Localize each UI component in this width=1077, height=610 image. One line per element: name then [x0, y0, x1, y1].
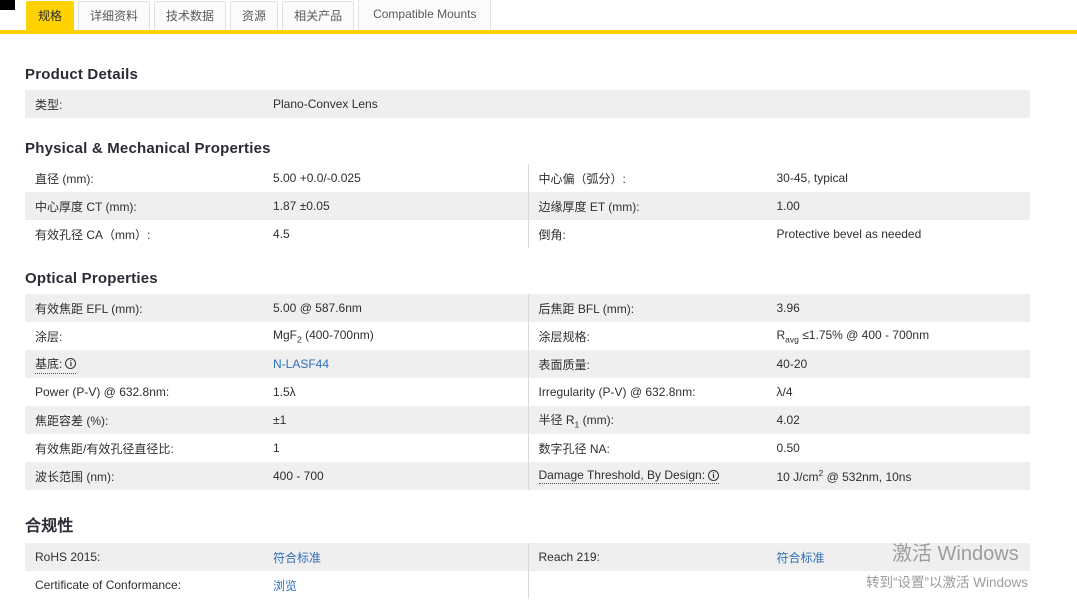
table-row: 直径 (mm): 5.00 +0.0/-0.025 中心偏（弧分）: 30-45…	[25, 164, 1030, 192]
info-icon[interactable]: i	[65, 358, 76, 369]
table-row: Certificate of Conformance: 浏览	[25, 571, 1030, 599]
property-label: 倒角:	[529, 226, 777, 243]
property-value: 1.00	[777, 199, 1031, 213]
rohs-compliant-link[interactable]: 符合标准	[273, 549, 528, 566]
property-value: 5.00 @ 587.6nm	[273, 301, 528, 315]
property-label: 涂层规格:	[529, 328, 777, 345]
property-label: 中心偏（弧分）:	[529, 170, 777, 187]
screen-corner-artifact	[0, 0, 15, 10]
property-label: Irregularity (P-V) @ 632.8nm:	[529, 385, 777, 399]
property-value: Ravg ≤1.75% @ 400 - 700nm	[777, 328, 1031, 344]
property-value: 1	[273, 441, 528, 455]
spec-tab-bar: 规格 详细资料 技术数据 资源 相关产品 Compatible Mounts	[0, 0, 1077, 34]
table-row: RoHS 2015: 符合标准 Reach 219: 符合标准	[25, 543, 1030, 571]
property-label: 涂层:	[25, 328, 273, 345]
property-value: 10 J/cm2 @ 532nm, 10ns	[777, 468, 1031, 484]
table-row: 中心厚度 CT (mm): 1.87 ±0.05 边缘厚度 ET (mm): 1…	[25, 192, 1030, 220]
spec-content: Product Details 类型: Plano-Convex Lens Ph…	[25, 66, 1030, 599]
property-value: 4.02	[777, 413, 1031, 427]
property-label: 表面质量:	[529, 356, 777, 373]
property-label: 焦距容差 (%):	[25, 412, 273, 429]
tab-specs[interactable]: 规格	[26, 1, 74, 30]
property-label: 有效焦距 EFL (mm):	[25, 300, 273, 317]
section-title-product-details: Product Details	[25, 66, 1030, 83]
info-icon[interactable]: i	[708, 470, 719, 481]
property-label: 波长范围 (nm):	[25, 468, 273, 485]
property-label: Power (P-V) @ 632.8nm:	[25, 385, 273, 399]
table-row: 波长范围 (nm): 400 - 700 Damage Threshold, B…	[25, 462, 1030, 490]
table-row: Power (P-V) @ 632.8nm: 1.5λ Irregularity…	[25, 378, 1030, 406]
property-label: 后焦距 BFL (mm):	[529, 300, 777, 317]
tab-resources[interactable]: 资源	[230, 1, 278, 30]
property-label: RoHS 2015:	[25, 550, 273, 564]
tab-related-products[interactable]: 相关产品	[282, 1, 354, 30]
table-row: 基底: i N-LASF44 表面质量: 40-20	[25, 350, 1030, 378]
property-value: 40-20	[777, 357, 1031, 371]
property-label: Damage Threshold, By Design:	[539, 468, 706, 482]
property-label: 直径 (mm):	[25, 170, 273, 187]
property-label: 边缘厚度 ET (mm):	[529, 198, 777, 215]
property-label: 类型:	[25, 96, 273, 113]
property-label: 半径 R1 (mm):	[529, 411, 777, 429]
reach-compliant-link[interactable]: 符合标准	[777, 549, 1031, 566]
substrate-link[interactable]: N-LASF44	[273, 357, 528, 371]
section-title-physical: Physical & Mechanical Properties	[25, 140, 1030, 157]
property-value: MgF2 (400-700nm)	[273, 328, 528, 344]
property-value: Protective bevel as needed	[777, 227, 1031, 241]
property-label: 基底:	[35, 355, 62, 372]
property-value: 4.5	[273, 227, 528, 241]
table-row: 焦距容差 (%): ±1 半径 R1 (mm): 4.02	[25, 406, 1030, 434]
tab-details[interactable]: 详细资料	[78, 1, 150, 30]
table-row: 有效焦距/有效孔径直径比: 1 数字孔径 NA: 0.50	[25, 434, 1030, 462]
property-label: Reach 219:	[529, 550, 777, 564]
property-value: 400 - 700	[273, 469, 528, 483]
property-value: 1.5λ	[273, 385, 528, 399]
section-title-optical: Optical Properties	[25, 270, 1030, 287]
table-row: 涂层: MgF2 (400-700nm) 涂层规格: Ravg ≤1.75% @…	[25, 322, 1030, 350]
property-value: ±1	[273, 413, 528, 427]
property-value: 0.50	[777, 441, 1031, 455]
tab-technical-data[interactable]: 技术数据	[154, 1, 226, 30]
tab-compatible-mounts[interactable]: Compatible Mounts	[358, 0, 491, 30]
property-label: Certificate of Conformance:	[25, 578, 273, 592]
property-value: 30-45, typical	[777, 171, 1031, 185]
table-row: 有效孔径 CA（mm）: 4.5 倒角: Protective bevel as…	[25, 220, 1030, 248]
section-title-compliance: 合规性	[25, 512, 1030, 536]
property-value: 3.96	[777, 301, 1031, 315]
property-label: 数字孔径 NA:	[529, 440, 777, 457]
table-row: 类型: Plano-Convex Lens	[25, 90, 1030, 118]
property-value: 1.87 ±0.05	[273, 199, 528, 213]
table-row: 有效焦距 EFL (mm): 5.00 @ 587.6nm 后焦距 BFL (m…	[25, 294, 1030, 322]
property-value: λ/4	[777, 385, 1031, 399]
property-value: 5.00 +0.0/-0.025	[273, 171, 528, 185]
certificate-view-link[interactable]: 浏览	[273, 577, 528, 594]
property-label: 有效焦距/有效孔径直径比:	[25, 440, 273, 457]
property-value: Plano-Convex Lens	[273, 97, 1030, 111]
property-label: 有效孔径 CA（mm）:	[25, 226, 273, 243]
property-label: 中心厚度 CT (mm):	[25, 198, 273, 215]
